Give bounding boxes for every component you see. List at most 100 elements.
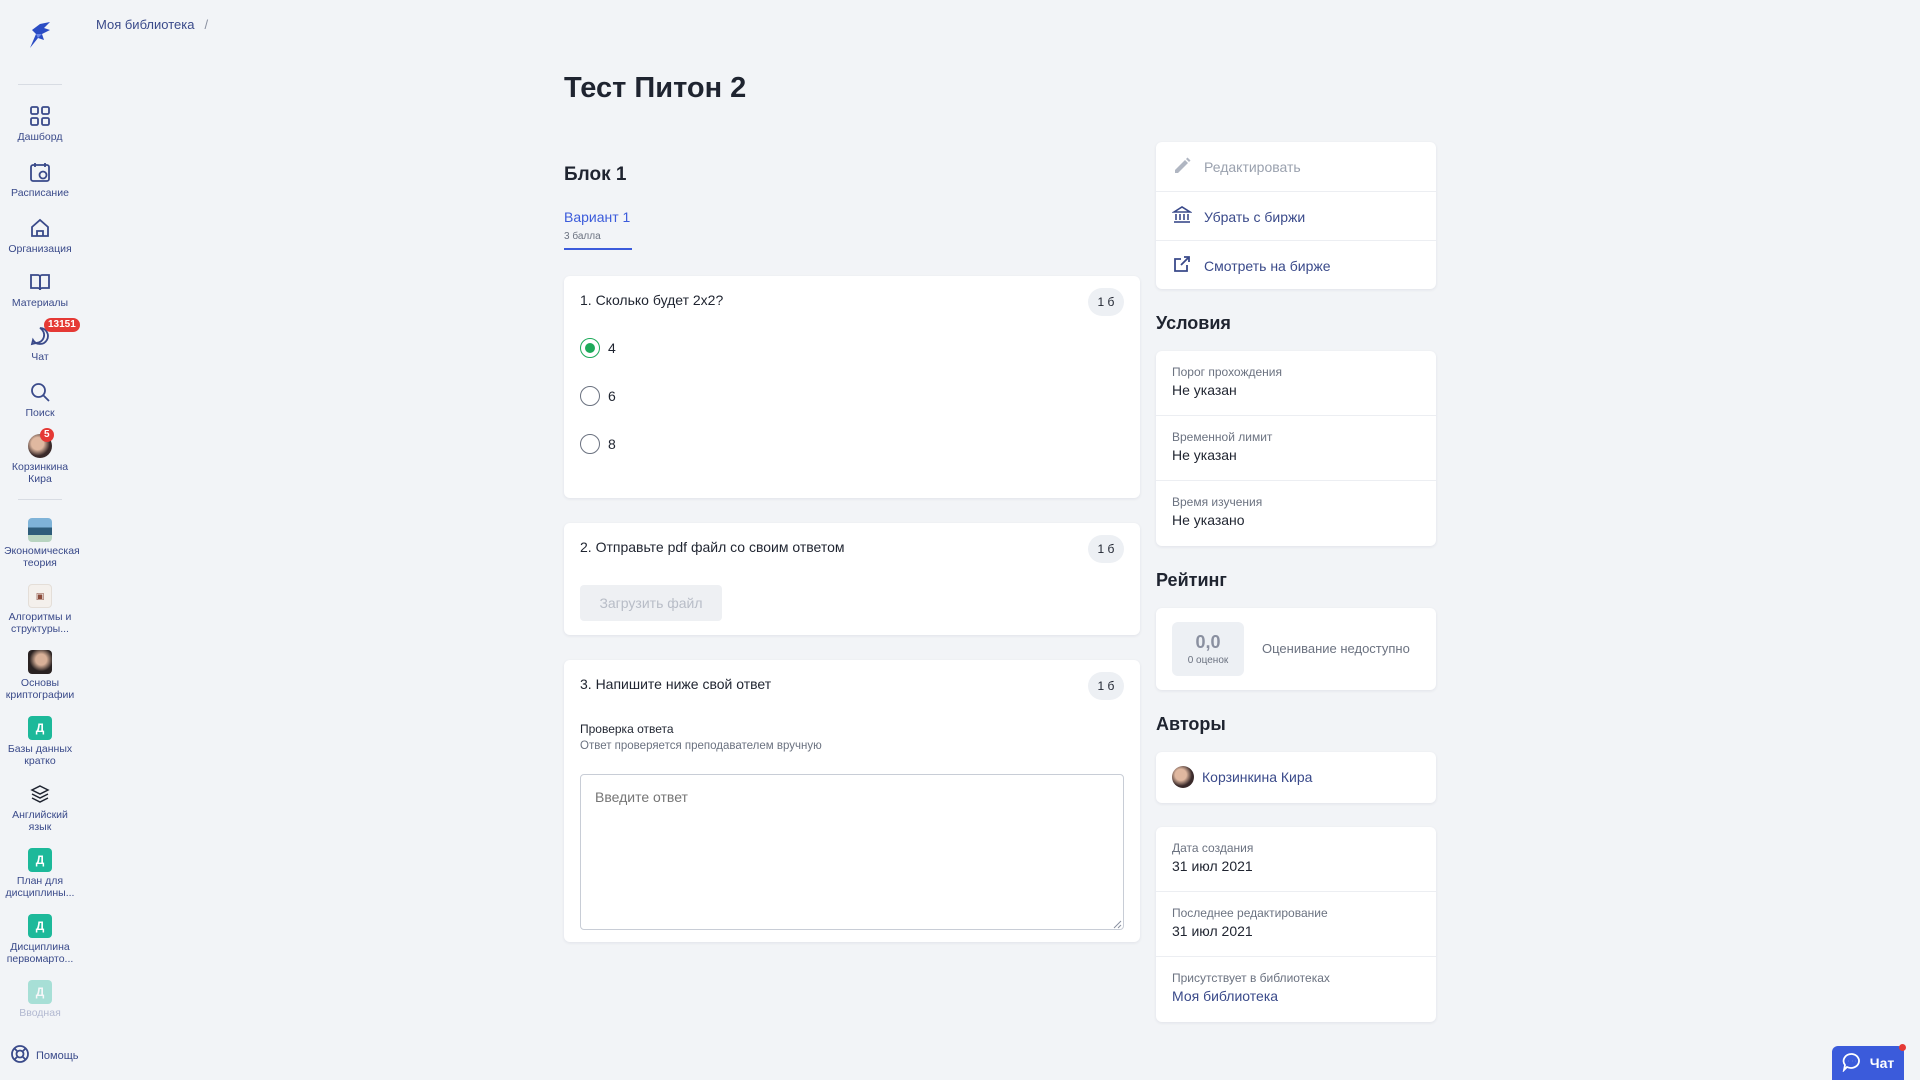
rating-value: 0,0 <box>1195 632 1221 652</box>
notification-dot <box>1899 1044 1906 1051</box>
row-divider <box>1156 891 1436 892</box>
sidebar-item-label: Чат <box>31 351 49 363</box>
grid-icon <box>28 104 52 128</box>
rating-count: 0 оценок <box>1187 655 1229 666</box>
sidebar-course[interactable]: ▣ Алгоритмы и структуры... <box>0 584 80 635</box>
sidebar-divider <box>18 84 62 85</box>
meta-row: Дата создания 31 июл 2021 <box>1172 841 1253 874</box>
meta-card: Дата создания 31 июл 2021 Последнее реда… <box>1156 827 1436 1022</box>
logo-icon[interactable] <box>22 18 58 54</box>
sidebar-item-label: Базы данных кратко <box>7 743 73 767</box>
sidebar-item-schedule[interactable]: Расписание <box>0 160 80 199</box>
course-thumbnail <box>28 518 52 542</box>
view-label: Смотреть на бирже <box>1204 257 1331 274</box>
sidebar-item-dashboard[interactable]: Дашборд <box>0 104 80 143</box>
question-card-1: 1. Сколько будет 2х2? 1 б 4 6 8 <box>564 276 1140 498</box>
layers-icon <box>28 782 52 806</box>
sidebar-item-label: Дисциплина первомарто... <box>6 941 74 965</box>
sidebar-item-label: Дашборд <box>17 131 63 143</box>
rating-card: 0,0 0 оценок Оценивание недоступно <box>1156 608 1436 690</box>
radio-button[interactable] <box>580 386 600 406</box>
search-icon <box>28 380 52 404</box>
points-badge: 1 б <box>1088 535 1124 563</box>
upload-file-button[interactable]: Загрузить файл <box>580 585 722 621</box>
radio-button[interactable] <box>580 338 600 358</box>
condition-key: Порог прохождения <box>1172 365 1283 379</box>
meta-key: Последнее редактирование <box>1172 906 1328 920</box>
sidebar-item-label: Расписание <box>11 187 69 199</box>
sidebar-item-label: Основы криптографии <box>5 677 75 701</box>
authors-title: Авторы <box>1156 714 1226 734</box>
sidebar-course[interactable]: Английский язык <box>0 782 80 833</box>
sidebar-item-label: Материалы <box>11 297 69 309</box>
option-label: 6 <box>608 388 616 404</box>
row-divider <box>1156 956 1436 957</box>
authors-card: Корзинкина Кира <box>1156 752 1436 803</box>
condition-value: Не указан <box>1172 382 1237 398</box>
answer-check-description: Ответ проверяется преподавателем вручную <box>580 740 822 752</box>
sidebar-course[interactable]: Основы криптографии <box>0 650 80 701</box>
profile-badge: 5 <box>40 428 54 442</box>
help-label: Помощь <box>36 1049 79 1062</box>
answer-option-6[interactable]: 6 <box>580 386 616 406</box>
option-label: 4 <box>608 340 616 356</box>
breadcrumb: Моя библиотека / <box>96 17 208 32</box>
variant-label: Вариант 1 <box>564 209 631 225</box>
sidebar-course[interactable]: Д План для дисциплины... <box>0 848 80 899</box>
sidebar-item-label: План для дисциплины... <box>5 875 75 899</box>
answer-option-4[interactable]: 4 <box>580 338 616 358</box>
sidebar-item-profile[interactable]: 5 Корзинкина Кира <box>0 428 80 485</box>
sidebar-item-search[interactable]: Поиск <box>0 380 80 419</box>
breadcrumb-library-link[interactable]: Моя библиотека <box>96 17 194 32</box>
help-link[interactable]: Помощь <box>10 1044 79 1067</box>
course-letter-icon: Д <box>28 716 52 740</box>
tab-variant-1[interactable]: Вариант 1 3 балла <box>564 209 632 250</box>
edit-button[interactable]: Редактировать <box>1156 142 1436 192</box>
condition-key: Время изучения <box>1172 495 1263 509</box>
resize-handle-icon[interactable] <box>1112 916 1122 929</box>
edit-label: Редактировать <box>1204 159 1301 175</box>
sidebar-item-organization[interactable]: Организация <box>0 216 80 255</box>
author-name: Корзинкина Кира <box>1202 769 1313 785</box>
library-link[interactable]: Моя библиотека <box>1172 988 1330 1004</box>
chat-widget-button[interactable]: Чат <box>1832 1044 1906 1080</box>
meta-key: Присутствует в библиотеках <box>1172 971 1330 985</box>
rating-title: Рейтинг <box>1156 570 1227 590</box>
option-label: 8 <box>608 436 616 452</box>
page-title: Тест Питон 2 <box>564 72 747 104</box>
sidebar-item-materials[interactable]: Материалы <box>0 270 80 309</box>
view-on-exchange-button[interactable]: Смотреть на бирже <box>1156 240 1436 290</box>
condition-value: Не указан <box>1172 447 1237 463</box>
condition-key: Временной лимит <box>1172 430 1273 444</box>
conditions-title: Условия <box>1156 313 1231 333</box>
sidebar-course[interactable]: Экономическая теория <box>0 518 80 569</box>
avatar <box>1172 766 1194 788</box>
course-thumbnail <box>28 650 52 674</box>
sidebar-item-label: Корзинкина Кира <box>11 461 69 485</box>
sidebar-course[interactable]: Д Базы данных кратко <box>0 716 80 767</box>
question-text: 3. Напишите ниже свой ответ <box>580 676 772 692</box>
condition-value: Не указано <box>1172 512 1245 528</box>
question-card-3: 3. Напишите ниже свой ответ 1 б Проверка… <box>564 660 1140 942</box>
points-badge: 1 б <box>1088 672 1124 700</box>
sidebar-item-chat[interactable]: 13151 Чат <box>0 318 80 363</box>
sidebar-course[interactable]: Д Дисциплина первомарто... <box>0 914 80 965</box>
answer-textarea[interactable] <box>580 774 1124 930</box>
chat-widget-label: Чат <box>1869 1055 1895 1071</box>
sidebar-course[interactable]: Д Вводная <box>0 980 80 1019</box>
chat-icon: 13151 <box>28 318 80 348</box>
variant-points: 3 балла <box>564 231 601 242</box>
answer-option-8[interactable]: 8 <box>580 434 616 454</box>
sidebar-item-label: Организация <box>8 243 72 255</box>
condition-row: Время изучения Не указано <box>1172 495 1262 528</box>
author-link[interactable]: Корзинкина Кира <box>1172 766 1312 788</box>
row-divider <box>1156 415 1436 416</box>
sidebar-item-label: Английский язык <box>12 809 68 833</box>
meta-row: Последнее редактирование 31 июл 2021 <box>1172 906 1328 939</box>
external-link-icon <box>1172 254 1192 277</box>
radio-button[interactable] <box>580 434 600 454</box>
pencil-icon <box>1172 156 1192 179</box>
rating-score-box: 0,0 0 оценок <box>1172 622 1244 676</box>
lifebuoy-icon <box>10 1044 30 1067</box>
remove-from-exchange-button[interactable]: Убрать с биржи <box>1156 191 1436 241</box>
